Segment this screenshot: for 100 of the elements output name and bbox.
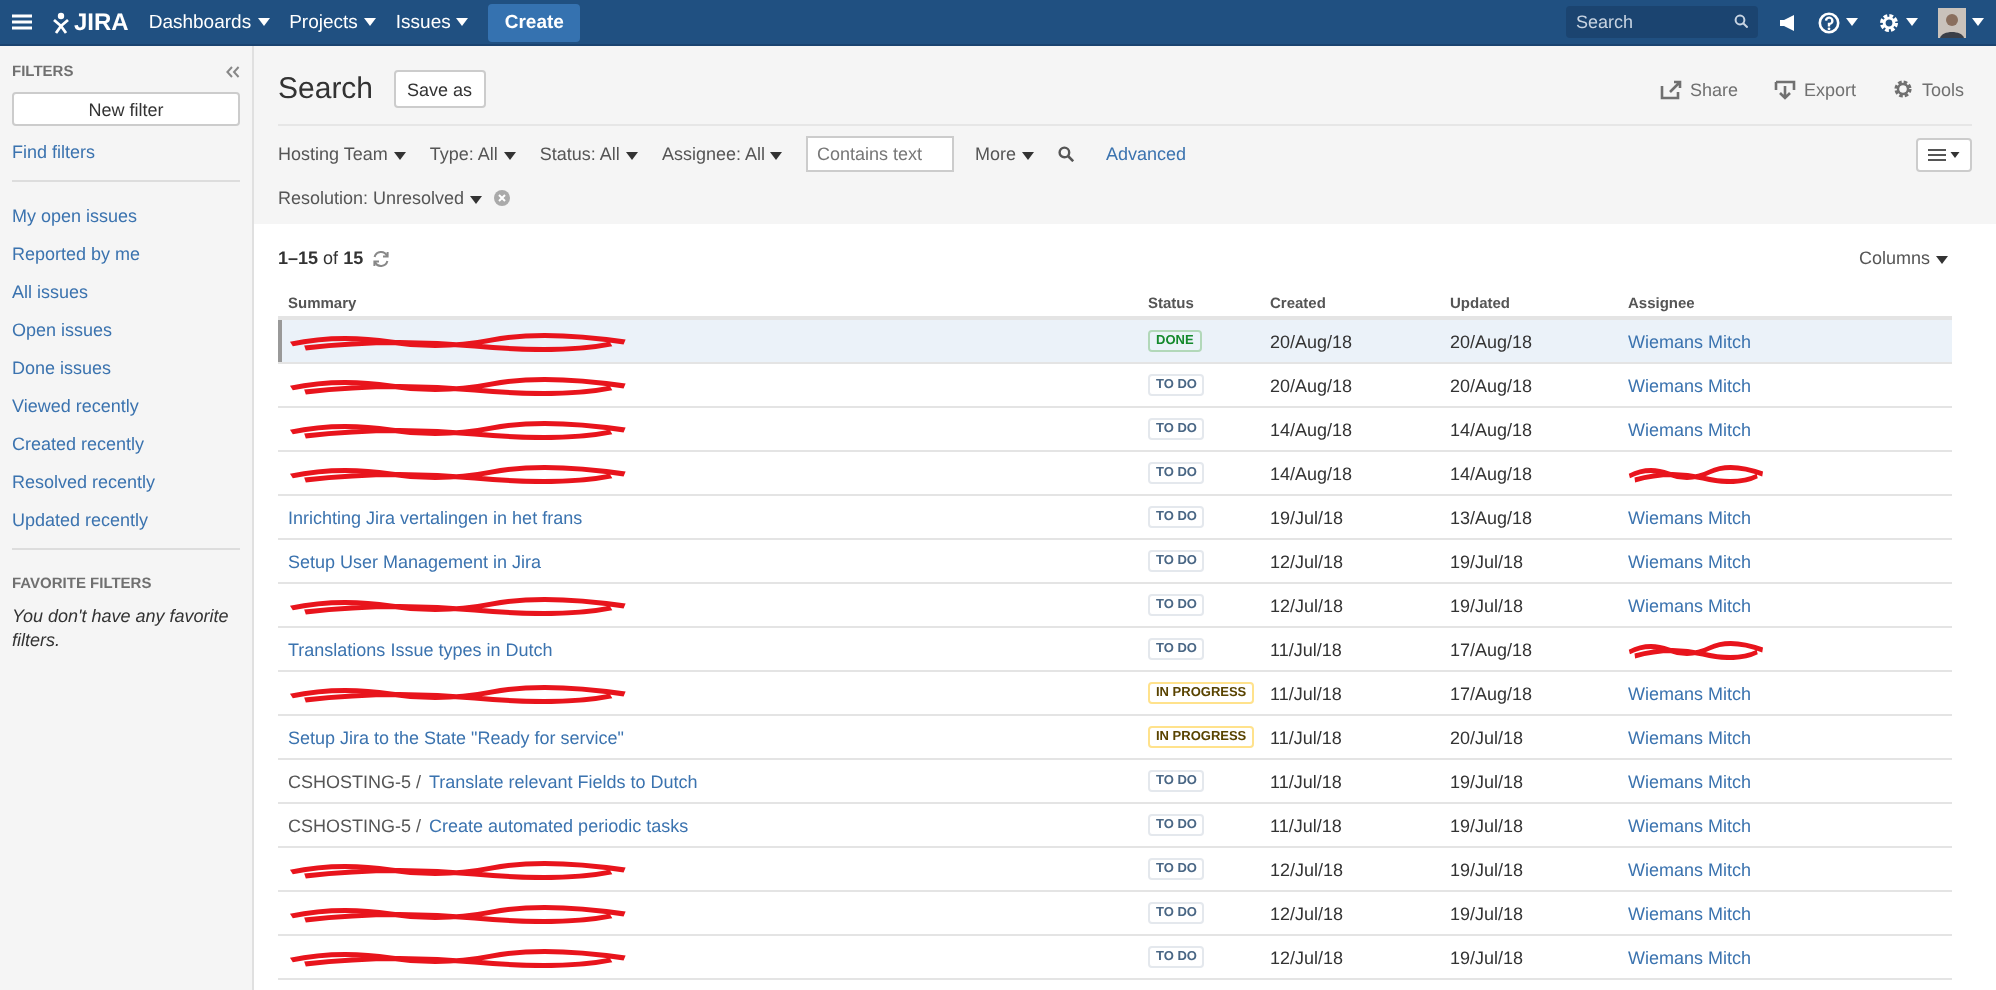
settings-icon[interactable] [1878, 11, 1900, 33]
date-cell-text: 19/Jul/18 [1448, 595, 1526, 615]
logo-icon [52, 11, 70, 33]
date-cell-text: 11/Jul/18 [1268, 727, 1344, 747]
date-cell-text: 19/Jul/18 [1448, 551, 1526, 571]
text-filter-field[interactable]: Contains text [806, 136, 955, 172]
tools-button[interactable]: Tools [1891, 78, 1964, 100]
date-cell-text: 13/Aug/18 [1448, 507, 1535, 527]
issue-summary-link[interactable]: Inrichting Jira vertalingen in het frans [288, 507, 583, 527]
caret-icon [1846, 18, 1858, 26]
caret-icon [503, 151, 516, 160]
nav-menu[interactable]: Dashboards [148, 11, 270, 33]
nav-menu[interactable]: Projects [289, 11, 376, 33]
date-cell-text: 19/Jul/18 [1448, 947, 1526, 967]
issue-key: CSHOSTING-5 / [288, 771, 422, 791]
date-cell-text: 11/Jul/18 [1268, 639, 1344, 659]
date-cell-text: 19/Jul/18 [1448, 771, 1526, 791]
sidebar-item[interactable]: Done issues [12, 358, 240, 378]
megaphone-icon[interactable] [1778, 13, 1798, 31]
filter-dropdown[interactable]: Type: All [429, 144, 516, 164]
assignee-link[interactable]: Wiemans Mitch [1628, 419, 1752, 439]
caret-icon [456, 17, 469, 26]
caret-icon [1936, 255, 1948, 264]
date-cell-text: 19/Jul/18 [1448, 815, 1526, 835]
issue-summary-link[interactable]: Setup Jira to the State "Ready for service" [288, 727, 624, 747]
filter-dropdown[interactable]: Resolution: Unresolved [278, 188, 483, 208]
date-cell-text: 20/Aug/18 [1268, 331, 1355, 351]
page-title: Search [278, 72, 374, 106]
menu-icon[interactable] [12, 14, 32, 30]
refresh-icon[interactable] [371, 249, 390, 267]
advanced-link[interactable]: Advanced [1105, 144, 1187, 164]
assignee-link[interactable]: Wiemans Mitch [1628, 507, 1752, 527]
caret-icon [1021, 151, 1034, 160]
create-button[interactable]: Create [488, 3, 580, 41]
issue-key: CSHOSTING-5 / [288, 815, 422, 835]
assignee-link[interactable]: Wiemans Mitch [1628, 859, 1752, 879]
sidebar-item[interactable]: My open issues [12, 206, 240, 226]
filter-dropdown[interactable]: Hosting Team [278, 144, 406, 164]
date-cell-text: 17/Aug/18 [1448, 683, 1535, 703]
date-cell-text: 17/Aug/18 [1448, 639, 1535, 659]
issue-summary-link[interactable]: Translate relevant Fields to Dutch [429, 771, 698, 791]
gear-icon [1891, 78, 1914, 100]
more-dropdown[interactable]: More [974, 144, 1034, 164]
issue-summary-link[interactable]: Setup User Management in Jira [288, 551, 542, 571]
sidebar-item[interactable]: Resolved recently [12, 472, 240, 492]
assignee-link[interactable]: Wiemans Mitch [1628, 551, 1752, 571]
assignee-link[interactable]: Wiemans Mitch [1628, 815, 1752, 835]
search-field[interactable]: Search [1566, 6, 1758, 38]
assignee-link[interactable]: Wiemans Mitch [1628, 375, 1752, 395]
assignee-link[interactable]: Wiemans Mitch [1628, 947, 1752, 967]
sidebar-item[interactable]: Viewed recently [12, 396, 240, 416]
export-button[interactable]: Export [1773, 78, 1856, 100]
help-icon[interactable] [1818, 11, 1840, 33]
view-menu-button[interactable] [1916, 137, 1972, 171]
sidebar-item[interactable]: All issues [12, 282, 240, 302]
date-cell-text: 12/Jul/18 [1268, 903, 1346, 923]
caret-icon [625, 151, 638, 160]
date-cell-text: 19/Jul/18 [1268, 507, 1346, 527]
filter-dropdown[interactable]: Assignee: All [661, 144, 783, 164]
date-cell-text: 14/Aug/18 [1448, 419, 1535, 439]
jira-logo[interactable]: JIRA [52, 8, 129, 36]
sidebar-item[interactable]: Open issues [12, 320, 240, 340]
result-count: 1–15 of 15 [278, 248, 364, 268]
caret-icon [1972, 18, 1984, 26]
empty-message: You don't have any favorite filters. [12, 604, 231, 652]
share-button[interactable]: Share [1659, 78, 1738, 100]
download-icon [1773, 79, 1796, 99]
date-cell-text: 14/Aug/18 [1448, 463, 1535, 483]
assignee-link[interactable]: Wiemans Mitch [1628, 771, 1752, 791]
find-filters-link[interactable]: Find filters [12, 142, 240, 162]
sidebar-item[interactable]: Created recently [12, 434, 240, 454]
sidebar-item[interactable]: Updated recently [12, 510, 240, 530]
collapse-icon[interactable] [226, 65, 240, 77]
sidebar-item[interactable]: Reported by me [12, 244, 240, 264]
assignee-link[interactable]: Wiemans Mitch [1628, 331, 1752, 351]
date-cell-text: 12/Jul/18 [1268, 947, 1346, 967]
caret-icon [257, 17, 270, 26]
columns-dropdown[interactable]: Columns [1858, 248, 1948, 268]
date-cell-text: 12/Jul/18 [1268, 551, 1346, 571]
assignee-link[interactable]: Wiemans Mitch [1628, 595, 1752, 615]
date-cell-text: 12/Jul/18 [1268, 859, 1346, 879]
save-as-button[interactable]: Save as [393, 70, 487, 108]
date-cell-text: 12/Jul/18 [1268, 595, 1346, 615]
date-cell-text: 19/Jul/18 [1448, 859, 1526, 879]
filter-dropdown[interactable]: Status: All [539, 144, 638, 164]
issue-summary-link[interactable]: Create automated periodic tasks [429, 815, 689, 835]
share-icon [1659, 79, 1682, 99]
avatar-icon[interactable] [1938, 7, 1966, 37]
assignee-link[interactable]: Wiemans Mitch [1628, 903, 1752, 923]
date-cell-text: 20/Aug/18 [1268, 375, 1355, 395]
new-filter-button[interactable]: New filter [12, 92, 240, 126]
nav-menu[interactable]: Issues [395, 11, 469, 33]
assignee-link[interactable]: Wiemans Mitch [1628, 683, 1752, 703]
date-cell-text: 20/Jul/18 [1448, 727, 1526, 747]
assignee-link[interactable]: Wiemans Mitch [1628, 727, 1752, 747]
search-icon[interactable] [1057, 146, 1074, 162]
issue-summary-link[interactable]: Translations Issue types in Dutch [288, 639, 553, 659]
date-cell-text: 14/Aug/18 [1268, 463, 1355, 483]
date-cell-text: 20/Aug/18 [1448, 375, 1535, 395]
list-icon [1928, 147, 1946, 161]
